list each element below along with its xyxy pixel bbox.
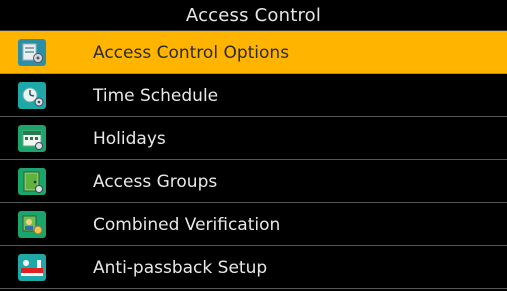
clock-settings-icon	[18, 82, 46, 109]
access-control-menu: Access Control Options Time Schedule Hol…	[0, 31, 507, 289]
menu-item-label: Holidays	[93, 128, 166, 149]
combined-verification-icon	[18, 211, 46, 238]
menu-item-time-schedule[interactable]: Time Schedule	[0, 74, 507, 117]
menu-item-anti-passback-setup[interactable]: Anti-passback Setup	[0, 246, 507, 289]
menu-item-combined-verification[interactable]: Combined Verification	[0, 203, 507, 246]
menu-item-label: Combined Verification	[93, 214, 281, 235]
calendar-icon	[18, 125, 46, 152]
door-group-icon	[18, 168, 46, 195]
menu-item-label: Access Control Options	[93, 42, 290, 63]
menu-item-access-control-options[interactable]: Access Control Options	[0, 31, 507, 74]
anti-passback-icon	[18, 254, 46, 281]
menu-item-label: Time Schedule	[93, 85, 219, 106]
menu-item-label: Anti-passback Setup	[93, 257, 268, 278]
menu-item-access-groups[interactable]: Access Groups	[0, 160, 507, 203]
page-title: Access Control	[0, 0, 507, 31]
menu-item-holidays[interactable]: Holidays	[0, 117, 507, 160]
options-gear-icon	[18, 39, 46, 66]
menu-item-label: Access Groups	[93, 171, 218, 192]
access-control-screen: Access Control Access Control Options Ti…	[0, 0, 507, 291]
